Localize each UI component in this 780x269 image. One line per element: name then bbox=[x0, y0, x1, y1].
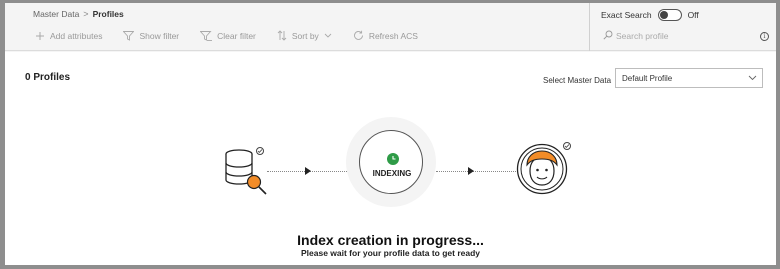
refresh-acs-button[interactable]: Refresh ACS bbox=[353, 30, 418, 41]
top-bar: Master Data > Profiles Exact Search Off … bbox=[5, 3, 776, 51]
master-data-select[interactable]: Default Profile bbox=[615, 68, 763, 88]
exact-search-state: Off bbox=[687, 10, 699, 20]
master-data-selected: Default Profile bbox=[622, 74, 673, 83]
top-bar-divider bbox=[589, 3, 590, 51]
toolbar: Add attributes Show filter Clear filter … bbox=[35, 30, 439, 41]
master-data-label: Select Master Data bbox=[543, 76, 612, 85]
check-icon bbox=[256, 147, 264, 155]
sort-by-label: Sort by bbox=[291, 30, 319, 41]
info-icon[interactable]: i bbox=[760, 32, 769, 41]
clear-filter-button[interactable]: Clear filter bbox=[200, 30, 256, 41]
arrow-right-icon bbox=[468, 167, 474, 175]
status-subtitle: Please wait for your profile data to get… bbox=[300, 248, 481, 258]
indexing-label: INDEXING bbox=[372, 169, 412, 178]
search-icon bbox=[603, 30, 613, 42]
show-filter-label: Show filter bbox=[139, 30, 180, 41]
database-search-icon bbox=[223, 148, 273, 198]
clear-filter-icon bbox=[200, 30, 213, 41]
show-filter-button[interactable]: Show filter bbox=[123, 30, 179, 41]
chevron-down-icon bbox=[324, 33, 332, 39]
check-icon bbox=[563, 142, 571, 150]
add-attributes-label: Add attributes bbox=[50, 30, 103, 41]
sort-icon bbox=[277, 30, 287, 41]
user-face-icon bbox=[516, 143, 568, 195]
main-content: 0 Profiles Select Master Data Default Pr… bbox=[5, 52, 776, 265]
exact-search-control: Exact Search Off bbox=[601, 9, 699, 21]
exact-search-toggle[interactable] bbox=[657, 9, 682, 21]
refresh-icon bbox=[353, 30, 364, 41]
app-frame: Master Data > Profiles Exact Search Off … bbox=[5, 3, 776, 265]
arrow-right-icon bbox=[305, 167, 311, 175]
toggle-knob bbox=[659, 11, 668, 19]
breadcrumb-parent[interactable]: Master Data bbox=[33, 9, 79, 19]
refresh-acs-label: Refresh ACS bbox=[368, 30, 418, 41]
breadcrumb-current: Profiles bbox=[92, 9, 124, 19]
chevron-down-icon bbox=[748, 74, 757, 83]
connector-line-right bbox=[436, 171, 518, 172]
search-profile-field[interactable]: Search profile bbox=[603, 30, 668, 42]
sort-by-button[interactable]: Sort by bbox=[277, 30, 332, 41]
search-placeholder: Search profile bbox=[616, 31, 669, 41]
clock-icon bbox=[387, 153, 399, 165]
profiles-count: 0 Profiles bbox=[25, 72, 71, 83]
clear-filter-label: Clear filter bbox=[217, 30, 256, 41]
breadcrumb-separator: > bbox=[83, 9, 89, 19]
breadcrumb: Master Data > Profiles bbox=[33, 9, 124, 19]
add-attributes-button[interactable]: Add attributes bbox=[35, 30, 102, 41]
plus-icon bbox=[35, 31, 45, 41]
exact-search-label: Exact Search bbox=[601, 10, 652, 20]
status-title: Index creation in progress... bbox=[297, 232, 484, 248]
filter-icon bbox=[123, 30, 135, 41]
